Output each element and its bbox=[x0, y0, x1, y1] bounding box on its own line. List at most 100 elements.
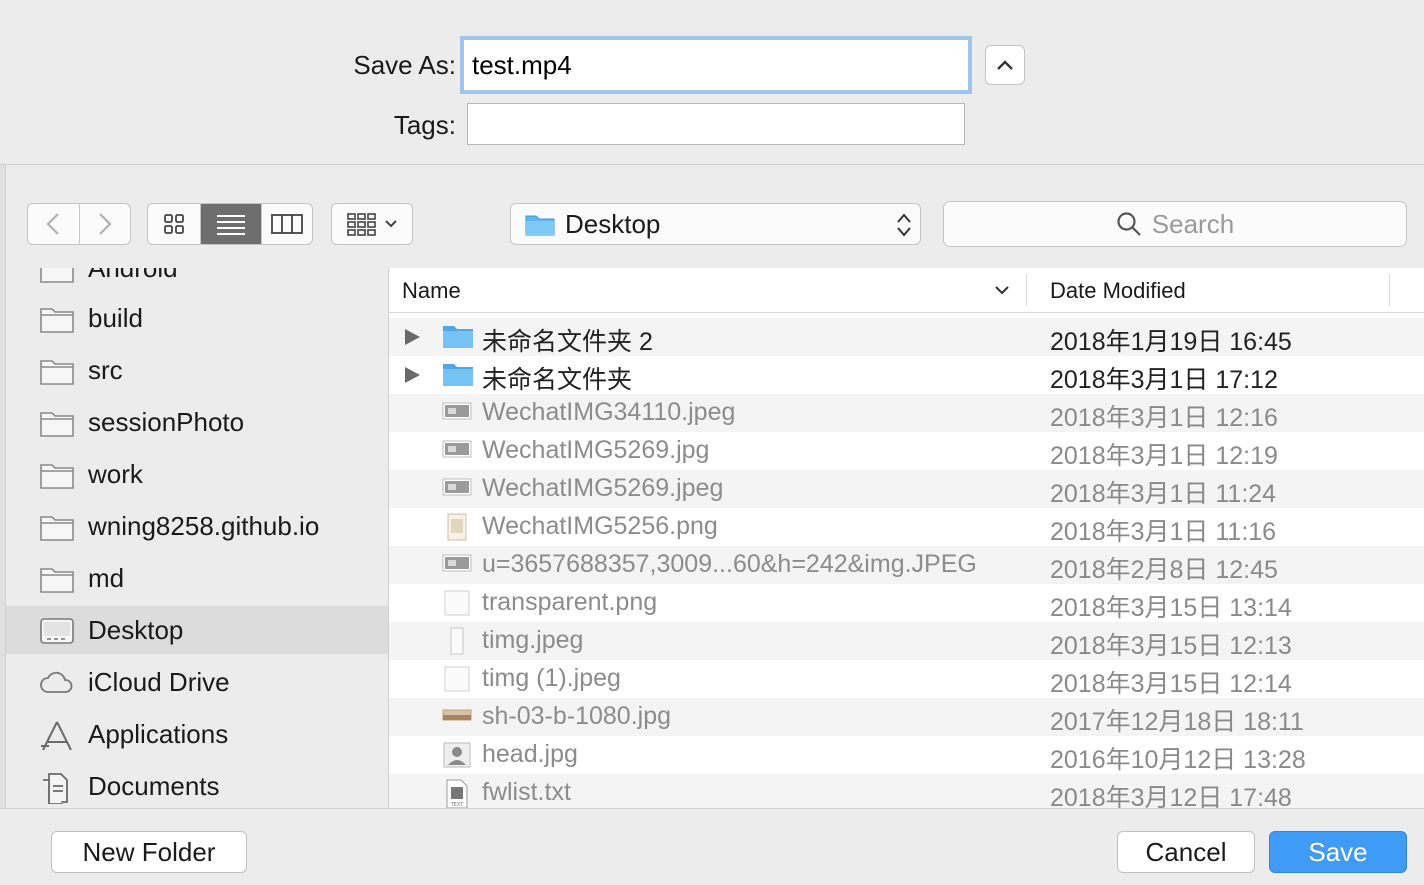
file-row[interactable]: TEXT fwlist.txt 2018年3月12日 17:48 bbox=[389, 774, 1424, 808]
sidebar-item-md[interactable]: md bbox=[6, 554, 388, 602]
file-date-modified: 2018年2月8日 12:45 bbox=[1050, 556, 1278, 584]
file-row[interactable]: head.jpg 2016年10月12日 13:28 bbox=[389, 736, 1424, 774]
list-header: Name Date Modified bbox=[389, 268, 1424, 313]
disclosure-triangle-icon[interactable] bbox=[405, 367, 420, 383]
file-row[interactable]: WechatIMG5256.png 2018年3月1日 11:16 bbox=[389, 508, 1424, 546]
folder-icon bbox=[39, 408, 75, 438]
file-row[interactable]: u=3657688357,3009...60&h=242&img.JPEG 201… bbox=[389, 546, 1424, 584]
name-column-header[interactable]: Name bbox=[402, 278, 461, 304]
file-list: Name Date Modified 未命名文件夹 2 2018年1月19日 16… bbox=[389, 268, 1424, 808]
file-date-modified: 2018年3月1日 17:12 bbox=[1050, 366, 1278, 394]
folder-icon bbox=[39, 304, 75, 334]
back-button[interactable] bbox=[28, 204, 80, 244]
collapse-button[interactable] bbox=[985, 45, 1025, 85]
disclosure-triangle-icon[interactable] bbox=[405, 329, 420, 345]
icon-view-button[interactable] bbox=[148, 204, 202, 244]
text-file-icon: TEXT bbox=[442, 779, 472, 808]
file-row[interactable]: WechatIMG5269.jpeg 2018年3月1日 11:24 bbox=[389, 470, 1424, 508]
image-file-icon bbox=[442, 475, 472, 503]
sidebar-item-build[interactable]: build bbox=[6, 294, 388, 342]
file-date-modified: 2018年3月15日 13:14 bbox=[1050, 594, 1292, 622]
file-row[interactable]: timg (1).jpeg 2018年3月15日 12:14 bbox=[389, 660, 1424, 698]
file-row[interactable]: 未命名文件夹 2 2018年1月19日 16:45 bbox=[389, 318, 1424, 356]
save-button[interactable]: Save bbox=[1269, 831, 1407, 873]
sidebar-item-documents[interactable]: Documents bbox=[6, 762, 388, 808]
forward-button[interactable] bbox=[80, 204, 131, 244]
file-row[interactable]: timg.jpeg 2018年3月15日 12:13 bbox=[389, 622, 1424, 660]
folder-icon bbox=[525, 215, 555, 236]
file-date-modified: 2018年3月15日 12:14 bbox=[1050, 670, 1292, 698]
folder-icon bbox=[39, 268, 75, 284]
tags-input[interactable] bbox=[468, 104, 964, 144]
group-by-menu[interactable] bbox=[331, 203, 413, 245]
nav-buttons bbox=[27, 203, 131, 245]
image-file-icon bbox=[442, 399, 472, 427]
file-row[interactable]: WechatIMG34110.jpeg 2018年3月1日 12:16 bbox=[389, 394, 1424, 432]
image-file-icon bbox=[442, 589, 472, 617]
image-file-icon bbox=[442, 627, 472, 655]
folder-icon bbox=[39, 564, 75, 594]
columns-icon bbox=[270, 214, 303, 234]
folder-icon bbox=[39, 512, 75, 542]
save-as-label: Save As: bbox=[353, 50, 456, 80]
grid-icon bbox=[164, 214, 185, 234]
save-header: Save As: Tags: bbox=[0, 0, 1424, 165]
button-bar: New Folder Cancel Save bbox=[0, 808, 1424, 885]
tags-label: Tags: bbox=[393, 110, 456, 140]
desktop-icon bbox=[39, 616, 75, 646]
chevron-down-icon bbox=[385, 220, 397, 228]
file-name: timg (1).jpeg bbox=[482, 664, 621, 692]
file-date-modified: 2018年3月1日 12:19 bbox=[1050, 442, 1278, 470]
save-as-input[interactable] bbox=[466, 42, 966, 88]
documents-icon bbox=[39, 772, 75, 805]
file-date-modified: 2018年3月1日 11:16 bbox=[1050, 518, 1277, 546]
sidebar-item-src[interactable]: src bbox=[6, 346, 388, 394]
file-date-modified: 2018年3月12日 17:48 bbox=[1050, 784, 1292, 808]
save-as-field[interactable] bbox=[464, 40, 968, 90]
file-name: sh-03-b-1080.jpg bbox=[482, 702, 672, 730]
column-view-button[interactable] bbox=[262, 204, 312, 244]
applications-icon bbox=[39, 720, 75, 751]
sidebar-item-label: Applications bbox=[88, 718, 229, 749]
file-name: head.jpg bbox=[482, 740, 578, 768]
location-popup[interactable]: Desktop bbox=[510, 203, 921, 245]
file-row[interactable]: WechatIMG5269.jpg 2018年3月1日 12:19 bbox=[389, 432, 1424, 470]
list-view-button[interactable] bbox=[201, 204, 262, 244]
sidebar-item-icloud-drive[interactable]: iCloud Drive bbox=[6, 658, 388, 706]
new-folder-button[interactable]: New Folder bbox=[51, 831, 247, 873]
sidebar-item-label: wning8258.github.io bbox=[88, 510, 320, 541]
file-row[interactable]: sh-03-b-1080.jpg 2017年12月18日 18:11 bbox=[389, 698, 1424, 736]
file-date-modified: 2016年10月12日 13:28 bbox=[1050, 746, 1306, 774]
file-row[interactable]: transparent.png 2018年3月15日 13:14 bbox=[389, 584, 1424, 622]
sidebar-item-applications[interactable]: Applications bbox=[6, 710, 388, 758]
sidebar-item-android[interactable]: Android bbox=[6, 268, 388, 292]
date-column-header[interactable]: Date Modified bbox=[1050, 278, 1186, 304]
sidebar: Android build src sessionPhoto work wning8258… bbox=[6, 268, 389, 808]
sidebar-item-label: Android bbox=[88, 268, 178, 284]
search-field[interactable]: Search bbox=[943, 201, 1407, 247]
sidebar-item-desktop[interactable]: Desktop bbox=[6, 606, 388, 654]
cancel-button[interactable]: Cancel bbox=[1117, 831, 1255, 873]
view-mode-switcher bbox=[147, 203, 313, 245]
image-file-icon bbox=[442, 665, 472, 693]
sidebar-item-label: Desktop bbox=[88, 614, 184, 645]
sidebar-item-wning8258-github-io[interactable]: wning8258.github.io bbox=[6, 502, 388, 550]
file-name: u=3657688357,3009...60&h=242&img.JPEG bbox=[482, 550, 977, 578]
search-placeholder: Search bbox=[1151, 208, 1235, 239]
image-file-icon bbox=[442, 703, 472, 731]
sidebar-item-sessionphoto[interactable]: sessionPhoto bbox=[6, 398, 388, 446]
sidebar-item-label: iCloud Drive bbox=[88, 666, 230, 697]
search-icon bbox=[1117, 212, 1141, 236]
file-name: WechatIMG34110.jpeg bbox=[482, 398, 736, 426]
file-name: transparent.png bbox=[482, 588, 658, 616]
column-divider[interactable] bbox=[1389, 274, 1390, 306]
folder-icon bbox=[442, 323, 473, 351]
cloud-icon bbox=[39, 668, 75, 698]
file-name: 未命名文件夹 bbox=[482, 366, 633, 394]
sort-chevron-icon[interactable] bbox=[995, 286, 1009, 295]
sidebar-item-work[interactable]: work bbox=[6, 450, 388, 498]
file-row[interactable]: 未命名文件夹 2018年3月1日 17:12 bbox=[389, 356, 1424, 394]
tags-field[interactable] bbox=[467, 103, 965, 145]
group-by-button[interactable] bbox=[332, 204, 412, 244]
column-divider[interactable] bbox=[1026, 274, 1027, 306]
